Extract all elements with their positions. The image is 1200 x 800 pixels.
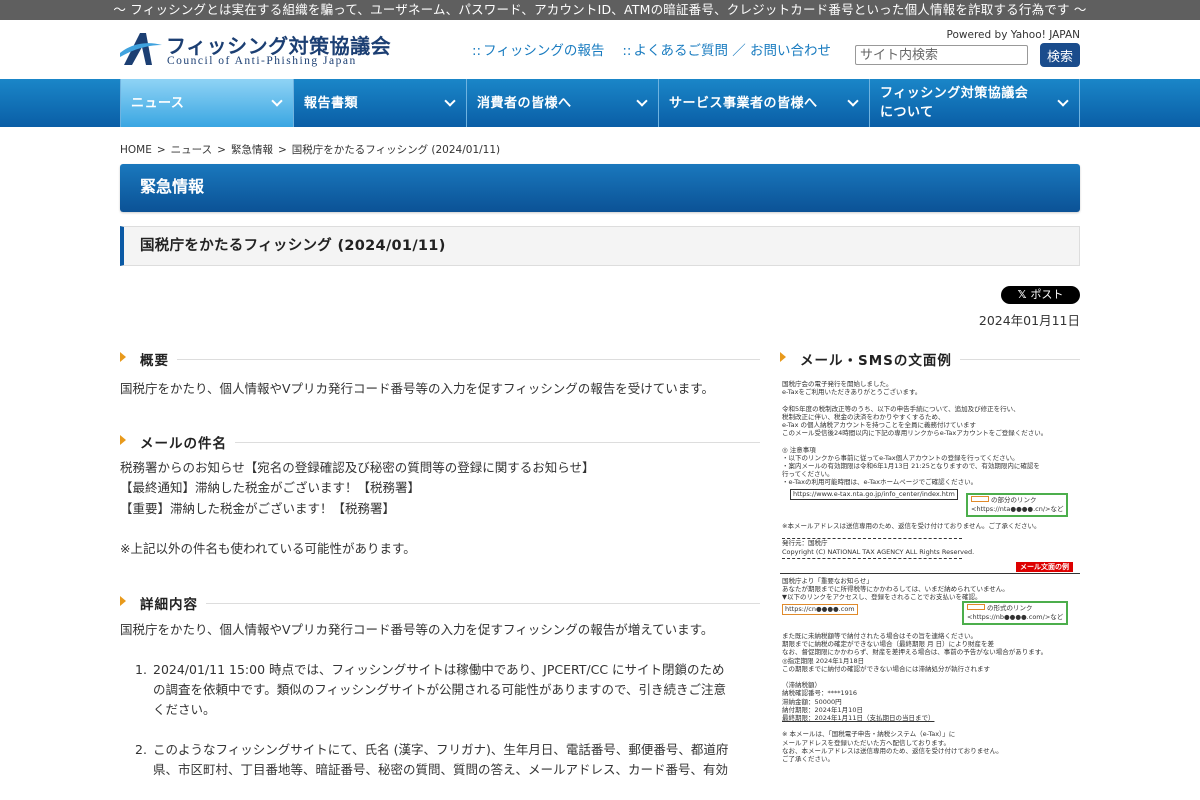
section-heading-sample: メール・SMSの文面例 [780, 346, 1080, 370]
header-link-report-label: フィッシングの報告 [483, 43, 605, 59]
main-content: 概要 国税庁をかたり、個人情報やVプリカ発行コード番号等の入力を促すフィッシング… [120, 346, 760, 780]
nav-item-label: ニュース [131, 95, 185, 111]
phishing-email-sample-image: 国税庁会の電子発行を開始しました。 e-Taxをご利用いただきありがとうございま… [780, 380, 1080, 800]
sample-block-b: ※本メールアドレスは送信専用のため、返信を受け付けておりません。ご了承ください。… [782, 522, 1078, 559]
global-nav: ニュース 報告書類 消費者の皆様へ サービス事業者の皆様へ フィッシング対策協議… [0, 79, 1200, 127]
nav-item-label: フィッシング対策協議会 について [880, 86, 1029, 120]
subject-line: 【重要】滞納した税金がございます！【税務署】 [120, 500, 396, 516]
sample-green-note-1: の部分のリンク <https://nta●●●●.cn/>など [966, 493, 1069, 517]
logo-english-text: Council of Anti-Phishing Japan [167, 55, 357, 67]
link-bullet-icon: :: [472, 43, 482, 59]
breadcrumb: HOME > ニュース > 緊急情報 > 国税庁をかたるフィッシング (2024/01/11… [120, 144, 501, 156]
sidebar: メール・SMSの文面例 国税庁会の電子発行を開始しました。 e-Taxをご利用い… [780, 346, 1080, 800]
breadcrumb-home[interactable]: HOME [120, 144, 152, 156]
nav-item-label: 報告書類 [304, 95, 359, 111]
sample-block-c: 国税庁より「重要なお知らせ」 あなたが期限までに所得税等にかかわるしては、いまだ… [782, 577, 1009, 602]
details-intro: 国税庁をかたり、個人情報やVプリカ発行コード番号等の入力を促すフィッシングの報告… [120, 621, 714, 637]
site-header: フィッシング対策協議会 Council of Anti-Phishing Jap… [120, 20, 1080, 79]
sample-url-box: https://www.e-tax.nta.go.jp/info_center/… [790, 489, 958, 500]
x-logo-icon: 𝕏 [1017, 288, 1027, 301]
overview-text: 国税庁をかたり、個人情報やVプリカ発行コード番号等の入力を促すフィッシングの報告… [120, 381, 715, 396]
list-item: 1. 2024/01/11 15:00 時点では、フィッシングサイトは稼働中であ… [135, 662, 727, 717]
nav-item-label: サービス事業者の皆様へ [669, 95, 818, 111]
header-links: :: フィッシングの報告:: よくあるご質問 ／ お問い合わせ [472, 39, 831, 59]
header-link-report[interactable]: :: フィッシングの報告 [472, 43, 604, 59]
publish-date: 2024年01月11日 [978, 313, 1080, 328]
chevron-down-icon [271, 95, 283, 107]
page-title: 国税庁をかたるフィッシング (2024/01/11) [120, 226, 1080, 266]
section-heading-subjects: メールの件名 [120, 429, 760, 453]
sample-red-label: メール文面の例 [1016, 562, 1073, 573]
nav-item-reports[interactable]: 報告書類 [294, 79, 467, 127]
category-banner: 緊急情報 [120, 164, 1080, 212]
nav-item-label: 消費者の皆様へ [477, 95, 572, 111]
details-list: 1. 2024/01/11 15:00 時点では、フィッシングサイトは稼働中であ… [120, 660, 760, 780]
header-link-faq-label: よくあるご質問 ／ お問い合わせ [633, 43, 832, 59]
header-link-faq-contact[interactable]: :: よくあるご質問 ／ お問い合わせ [622, 43, 831, 59]
list-item: 2. このようなフィッシングサイトにて、氏名 (漢字、フリガナ)、生年月日、電話… [135, 742, 729, 777]
x-post-button[interactable]: 𝕏 ポスト [1001, 286, 1080, 304]
x-post-label: ポスト [1030, 288, 1064, 301]
search-button[interactable]: 検索 [1040, 43, 1080, 67]
triangle-bullet-icon [120, 434, 126, 445]
chevron-down-icon [444, 95, 456, 107]
nav-item-service-providers[interactable]: サービス事業者の皆様へ [659, 79, 870, 127]
link-bullet-icon: :: [622, 43, 632, 59]
chevron-down-icon [847, 95, 859, 107]
sample-block-d: また既に未納税額等で納付されたる場合はその旨を連絡ください。 期限までに納税の確… [782, 632, 1048, 764]
sample-green-note-2: の形式のリンク <https://nb●●●●.com/>など [962, 601, 1069, 625]
triangle-bullet-icon [120, 352, 126, 362]
subject-note: ※上記以外の件名も使われている可能性があります。 [120, 541, 416, 556]
triangle-bullet-icon [120, 595, 126, 606]
triangle-bullet-icon [780, 352, 786, 362]
site-logo[interactable]: フィッシング対策協議会 Council of Anti-Phishing Jap… [120, 28, 391, 72]
subject-line: 税務署からのお知らせ【宛名の登録確認及び秘密の質問等の登録に関するお知らせ】 [120, 459, 595, 475]
nav-item-consumers[interactable]: 消費者の皆様へ [467, 79, 659, 127]
site-search-input[interactable] [855, 45, 1028, 65]
breadcrumb-news[interactable]: ニュース [171, 144, 212, 156]
nav-item-news[interactable]: ニュース [121, 79, 294, 127]
sample-orange-url: https://cn●●●●.com [782, 604, 858, 615]
breadcrumb-current: 国税庁をかたるフィッシング (2024/01/11) [291, 144, 501, 156]
powered-by-text: Powered by Yahoo! JAPAN [946, 29, 1080, 41]
subject-list: 税務署からのお知らせ【宛名の登録確認及び秘密の質問等の登録に関するお知らせ】 【… [120, 458, 760, 560]
chevron-down-icon [636, 95, 648, 107]
chevron-down-icon [1057, 95, 1069, 107]
logo-mark-icon [120, 33, 162, 65]
section-heading-details: 詳細内容 [120, 590, 760, 614]
subject-line: 【最終通知】滞納した税金がございます！【税務署】 [120, 480, 421, 495]
top-announcement-bar: 〜 フィッシングとは実在する組織を騙って、ユーザネーム、パスワード、アカウントI… [0, 0, 1200, 20]
nav-item-about[interactable]: フィッシング対策協議会 について [870, 79, 1080, 127]
sample-block-a: 国税庁会の電子発行を開始しました。 e-Taxをご利用いただきありがとうございま… [782, 380, 1048, 487]
breadcrumb-urgent[interactable]: 緊急情報 [231, 144, 273, 156]
section-heading-overview: 概要 [120, 346, 760, 370]
top-announcement-text: 〜 フィッシングとは実在する組織を騙って、ユーザネーム、パスワード、アカウントI… [113, 2, 1087, 17]
